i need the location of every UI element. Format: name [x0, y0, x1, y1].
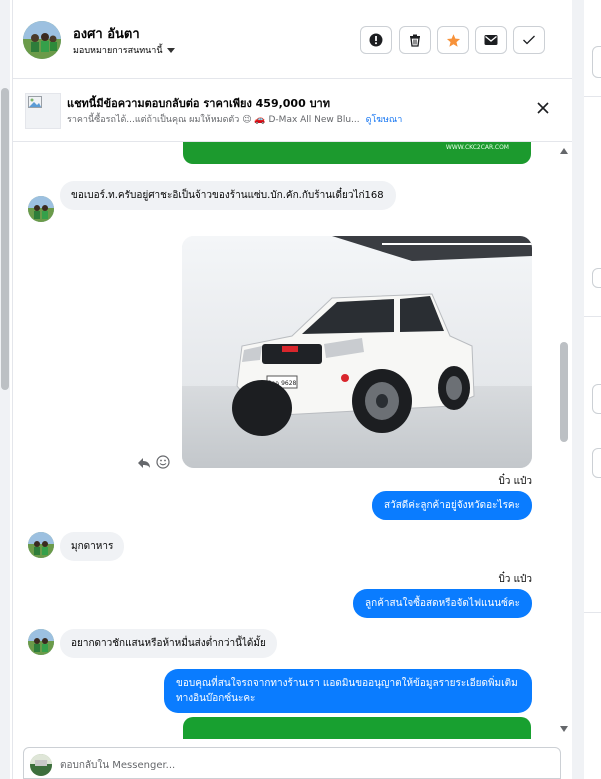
check-icon [523, 35, 535, 45]
page-scrollbar[interactable] [0, 0, 10, 779]
reply-input[interactable] [58, 755, 542, 775]
conversation-header: องศา อันตา มอบหมายการสนทนานี้ [13, 0, 572, 79]
star-icon [446, 33, 460, 47]
star-button[interactable] [437, 26, 469, 54]
outgoing-message[interactable]: ลูกค้าสนใจซื้อสดหรือจัดไฟแนนซ์คะ [353, 589, 532, 618]
reply-composer [23, 747, 561, 779]
ad-subtitle: ราคานี้ซื้อรถได้...แต่ถ้าเป็นคุณ ผมให้หม… [67, 112, 402, 126]
assign-label: มอบหมายการสนทนานี้ [73, 46, 163, 56]
assign-conversation-dropdown[interactable]: มอบหมายการสนทนานี้ [73, 43, 175, 57]
contact-avatar-small[interactable] [28, 196, 54, 222]
scroll-up-arrow-icon[interactable] [560, 148, 568, 154]
ad-thumbnail[interactable] [25, 93, 61, 129]
view-ad-link[interactable]: ดูโฆษณา [366, 115, 403, 125]
truck-photo[interactable]: 8กฉ 9628 [182, 236, 532, 468]
outgoing-message[interactable]: ขอบคุณที่สนใจรถจากทางร้านเรา แอดมินขออนุ… [164, 669, 532, 713]
trash-icon [410, 34, 420, 47]
promo-image[interactable] [183, 717, 531, 739]
ad-image-banner[interactable]: WWW.CKC2CAR.COM [183, 142, 531, 164]
contact-avatar-small[interactable] [28, 532, 54, 558]
divider [584, 316, 601, 317]
divider [584, 96, 601, 97]
outgoing-message[interactable]: สวัสดีค่ะลูกค้าอยู่จังหวัดอะไรคะ [371, 491, 532, 520]
reply-icon [138, 458, 150, 468]
ad-reply-banner: แชทนี้มีข้อความตอบกลับต่อ ราคาเพียง 459,… [13, 79, 572, 142]
banner-website-text: WWW.CKC2CAR.COM [445, 144, 509, 151]
details-field[interactable] [592, 268, 601, 288]
divider [584, 612, 601, 613]
sender-name: บิ๋ว แป๋ว [498, 476, 532, 487]
details-field[interactable] [592, 384, 601, 414]
page-avatar [30, 754, 52, 776]
thread-scrollbar-thumb[interactable] [560, 342, 568, 442]
envelope-icon [484, 35, 498, 45]
delete-button[interactable] [399, 26, 431, 54]
contact-details-panel [584, 0, 601, 779]
incoming-message[interactable]: มุกดาหาร [60, 532, 125, 561]
smile-icon [156, 455, 170, 469]
ad-description: ราคานี้ซื้อรถได้...แต่ถ้าเป็นคุณ ผมให้หม… [67, 115, 360, 125]
incoming-message[interactable]: อยากดาวชักแสนหรือห้าหมื่นส่งต่ำกว่านี้ได… [60, 629, 277, 658]
contact-avatar-small[interactable] [28, 629, 54, 655]
react-button[interactable] [156, 454, 170, 473]
contact-name[interactable]: องศา อันตา [73, 23, 140, 44]
mark-done-button[interactable] [513, 26, 545, 54]
contact-avatar[interactable] [23, 21, 61, 59]
close-ad-button[interactable] [534, 99, 552, 117]
scroll-down-arrow-icon[interactable] [560, 726, 568, 732]
details-field[interactable] [592, 46, 601, 78]
mark-spam-button[interactable] [360, 26, 392, 54]
sender-name: บิ๋ว แป๋ว [498, 574, 532, 585]
conversation-panel: องศา อันตา มอบหมายการสนทนานี้ แชทนี้มีข้… [12, 0, 573, 779]
close-icon [537, 102, 549, 114]
page-scrollbar-thumb[interactable] [1, 88, 9, 390]
message-thread: WWW.CKC2CAR.COM ขอเบอร์.ท.ครับอยู่ศาชะอิ… [13, 142, 572, 739]
reply-button[interactable] [137, 454, 151, 473]
alert-icon [369, 33, 383, 47]
thread-scrollbar[interactable] [558, 146, 570, 737]
details-field[interactable] [592, 448, 601, 478]
incoming-message[interactable]: ขอเบอร์.ท.ครับอยู่ศาชะอิเป็นจ้าวของร้านแ… [60, 181, 396, 210]
ad-title: แชทนี้มีข้อความตอบกลับต่อ ราคาเพียง 459,… [67, 97, 330, 110]
chevron-down-icon [166, 48, 175, 53]
mark-unread-button[interactable] [475, 26, 507, 54]
